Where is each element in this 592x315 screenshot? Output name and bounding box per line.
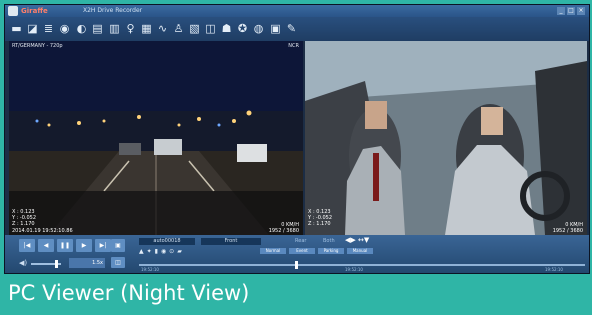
person-icon[interactable]: ♙ — [172, 22, 185, 35]
maximize-button[interactable]: □ — [567, 7, 575, 15]
snapshot-button[interactable]: ◫ — [111, 257, 125, 268]
globe-icon[interactable]: ◐ — [75, 22, 88, 35]
tab-normal[interactable]: Normal — [260, 248, 286, 254]
file-icon[interactable]: ▥ — [108, 22, 121, 35]
cabin-scene — [305, 41, 587, 235]
title-bar: Giraffe X2H Drive Recorder _ □ × — [5, 5, 589, 17]
app-title: X2H Drive Recorder — [83, 7, 143, 14]
chat-icon[interactable]: ✎ — [285, 22, 298, 35]
settings-icon[interactable]: ✪ — [236, 22, 249, 35]
tab-parking[interactable]: Parking — [318, 248, 344, 254]
timeline-thumb[interactable] — [295, 261, 299, 269]
tab-manual[interactable]: Manual — [347, 248, 373, 254]
rear-option[interactable]: Rear — [295, 238, 306, 244]
gsensor-z: Z : 1.170 — [12, 221, 35, 227]
rate-select[interactable]: 1.5x — [69, 258, 105, 268]
map-icon[interactable]: ▣ — [269, 22, 282, 35]
caption-text: PC Viewer (Night View) — [8, 281, 250, 305]
page-icon[interactable]: ▦ — [140, 22, 153, 35]
playback-controls: |◀ ◀ ❚❚ ▶ ▶| ▣ ◀) 1.5x ◫ auto00018 Front… — [5, 235, 589, 273]
resolution-label: RT/GERMANY - 720p — [12, 43, 63, 49]
step-back-button[interactable]: ◀ — [38, 239, 54, 252]
close-button[interactable]: × — [577, 7, 585, 15]
tool-icons-row[interactable]: ▲✦▮◉⊙▰ — [139, 248, 185, 255]
caption-bar: PC Viewer (Night View) — [0, 272, 592, 315]
pause-button[interactable]: ❚❚ — [57, 239, 73, 252]
frame-counter-rear: 1952 / 3680 — [552, 228, 583, 234]
play-button[interactable]: ▶ — [76, 239, 92, 252]
pulse-icon[interactable]: ∿ — [156, 22, 169, 35]
bulb-icon[interactable]: ♀ — [124, 22, 137, 35]
nav-arrows-icon[interactable]: ◀▶ ↔▼ — [345, 236, 369, 244]
minimize-button[interactable]: _ — [557, 7, 565, 15]
gsensor-readout-rear: X : 0.123 Y : -0.052 Z : 1.170 — [308, 209, 332, 227]
document-icon[interactable]: ▤ — [91, 22, 104, 35]
skip-back-button[interactable]: |◀ — [19, 239, 35, 252]
brand-name: Giraffe — [21, 7, 48, 15]
disc-icon[interactable]: ◉ — [58, 22, 71, 35]
volume-icon: ◀) — [19, 259, 28, 267]
image-icon[interactable]: ▧ — [188, 22, 201, 35]
both-option[interactable]: Both — [323, 238, 335, 244]
skip-forward-button[interactable]: ▶| — [95, 239, 111, 252]
front-camera-view[interactable]: RT/GERMANY - 720p NCR X : 0.123 Y : -0.0… — [9, 41, 303, 235]
camera-icon[interactable]: ◫ — [204, 22, 217, 35]
filename-field[interactable]: auto00018 — [139, 238, 195, 245]
gsensor-readout: X : 0.123 Y : -0.052 Z : 1.170 — [12, 209, 36, 227]
volume-thumb[interactable] — [55, 260, 58, 268]
tab-event[interactable]: Event — [289, 248, 315, 254]
folder-open-icon[interactable]: ▬ — [10, 22, 23, 35]
timeline-track[interactable] — [139, 264, 585, 266]
rear-camera-view[interactable]: X : 0.123 Y : -0.052 Z : 1.170 0 KM/H 19… — [305, 41, 587, 235]
gsensor-z: Z : 1.170 — [308, 221, 331, 227]
night-road-scene — [9, 41, 303, 235]
folder-icon[interactable]: ◪ — [26, 22, 39, 35]
list-icon[interactable]: ≣ — [42, 22, 55, 35]
camera-field[interactable]: Front — [201, 238, 261, 245]
mode-label: NCR — [288, 43, 299, 49]
timestamp-label: 2014.01.19 19:52:10.86 — [12, 228, 73, 234]
screen-button[interactable]: ▣ — [111, 239, 125, 252]
figure-frame: Giraffe X2H Drive Recorder _ □ × ▬ ◪ ≣ ◉… — [0, 0, 592, 315]
frame-counter: 1952 / 3680 — [268, 228, 299, 234]
app-logo-icon — [8, 6, 18, 16]
toolbar: ▬ ◪ ≣ ◉ ◐ ▤ ▥ ♀ ▦ ∿ ♙ ▧ ◫ ☗ ✪ ◍ ▣ ✎ — [5, 17, 589, 41]
sliders-icon[interactable]: ☗ — [220, 22, 233, 35]
viewer-window: Giraffe X2H Drive Recorder _ □ × ▬ ◪ ≣ ◉… — [4, 4, 590, 274]
info-icon[interactable]: ◍ — [252, 22, 265, 35]
